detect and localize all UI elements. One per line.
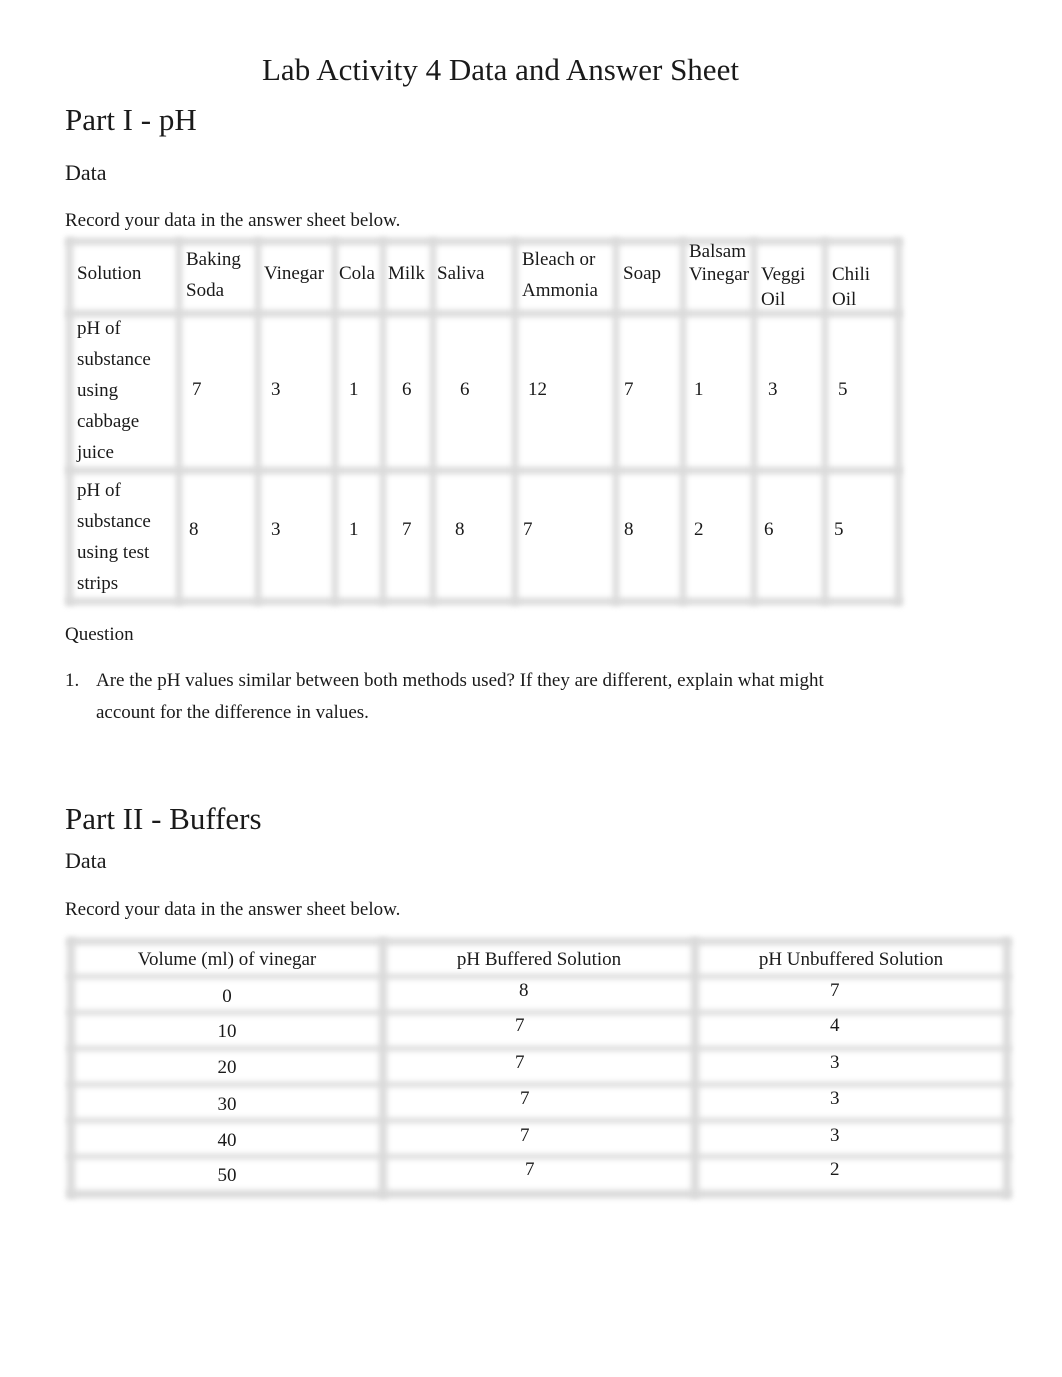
row-label: pH of substance using cabbage juice	[77, 318, 151, 463]
part2-instruction: Record your data in the answer sheet bel…	[65, 899, 401, 920]
table-cell: 30	[217, 1094, 237, 1115]
question-text-line1: Are the pH values similar between both m…	[96, 670, 824, 691]
table-cell: 3	[768, 379, 778, 400]
table-cell: 1	[349, 519, 359, 540]
table-cell: 7	[402, 519, 412, 540]
table-cell: 10	[217, 1021, 237, 1042]
table-cell: 6	[764, 519, 774, 540]
table-cell: 12	[528, 379, 547, 400]
table-cell: 3	[830, 1088, 840, 1109]
table-cell: 7	[520, 1088, 530, 1109]
table-cell: 6	[460, 379, 470, 400]
table-cell: 1	[349, 379, 359, 400]
column-header: Saliva	[437, 263, 485, 284]
column-header: Vinegar	[264, 263, 325, 284]
table-cell: 1	[694, 379, 704, 400]
table-cell: 6	[402, 379, 412, 400]
table-cell: 7	[624, 379, 634, 400]
row-label: pH of substance using test strips	[77, 480, 151, 594]
column-header: pH Unbuffered Solution	[758, 949, 944, 970]
document-title: Lab Activity 4 Data and Answer Sheet	[262, 52, 739, 87]
column-header: Chili Oil	[832, 264, 871, 310]
table-cell: 8	[519, 980, 529, 1001]
column-header: Veggi Oil	[761, 264, 806, 310]
table-cell: 0	[222, 986, 232, 1007]
table-cell: 7	[520, 1125, 530, 1146]
table-cell: 8	[624, 519, 634, 540]
table-cell: 3	[830, 1125, 840, 1146]
question-heading: Question	[65, 624, 134, 645]
table-cell: 7	[523, 519, 533, 540]
table-cell: 7	[515, 1015, 525, 1036]
table-cell: 7	[830, 980, 840, 1001]
column-header: Milk	[388, 263, 425, 284]
column-header: Cola	[339, 263, 375, 284]
column-header: Volume (ml) of vinegar	[137, 949, 317, 970]
part1-data-heading: Data	[65, 160, 107, 185]
table-cell: 2	[830, 1159, 840, 1180]
column-header: Balsam Vinegar	[689, 241, 750, 285]
column-header: Soap	[623, 263, 661, 284]
part2-heading: Part II - Buffers	[65, 801, 262, 836]
table-cell: 2	[694, 519, 704, 540]
table-cell: 20	[217, 1057, 237, 1078]
question-number: 1.	[65, 670, 80, 691]
part1-instruction: Record your data in the answer sheet bel…	[65, 210, 401, 231]
question-text-line2: account for the difference in values.	[96, 702, 369, 723]
table-cell: 7	[192, 379, 202, 400]
table-cell: 3	[271, 379, 281, 400]
table-cell: 3	[271, 519, 281, 540]
column-header: pH Buffered Solution	[456, 949, 622, 970]
table-header-solution: Solution	[77, 263, 142, 284]
table-cell: 4	[830, 1015, 840, 1036]
table-cell: 8	[189, 519, 199, 540]
part2-data-heading: Data	[65, 848, 107, 873]
table-cell: 7	[515, 1052, 525, 1073]
column-header: Baking Soda	[186, 249, 241, 301]
table-cell: 8	[455, 519, 465, 540]
table-cell: 50	[217, 1165, 237, 1186]
table-cell: 40	[217, 1130, 237, 1151]
column-header: Bleach or Ammonia	[522, 249, 598, 301]
table-cell: 5	[838, 379, 848, 400]
table-cell: 5	[834, 519, 844, 540]
part1-heading: Part I - pH	[65, 102, 197, 137]
table-cell: 7	[525, 1159, 535, 1180]
table-cell: 3	[830, 1052, 840, 1073]
